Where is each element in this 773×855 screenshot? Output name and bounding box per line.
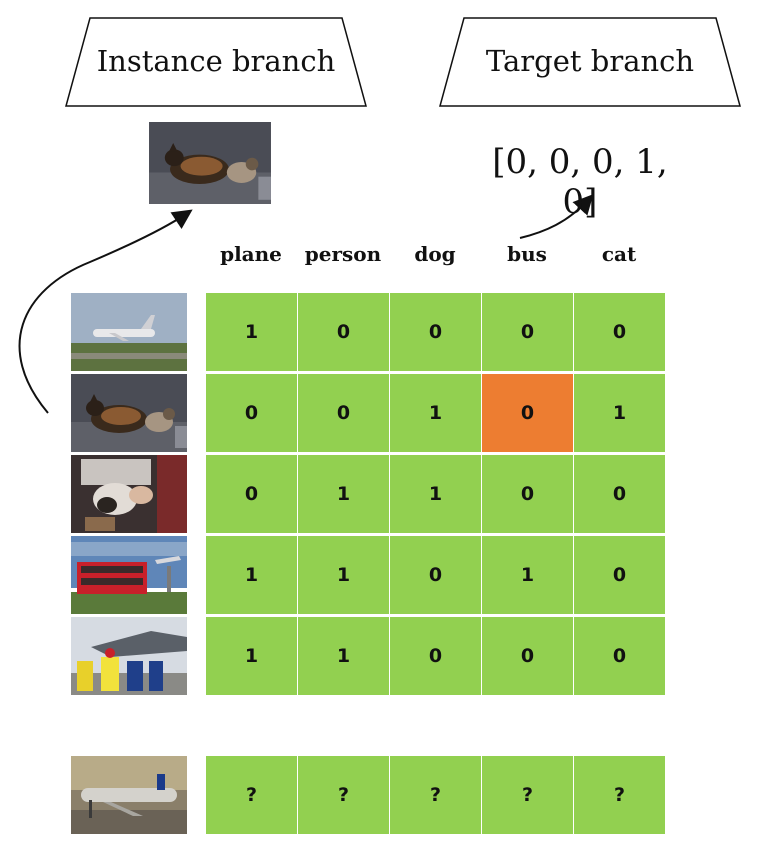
matrix-cell: 1 (390, 374, 481, 452)
query-cell: ? (574, 756, 665, 834)
matrix-cell: 0 (482, 293, 573, 371)
matrix-cell: 0 (206, 455, 297, 533)
matrix-cell: 0 (574, 617, 665, 695)
matrix-cell: 0 (298, 374, 389, 452)
matrix-cell: 0 (390, 293, 481, 371)
row-image-person-with-dog (71, 455, 187, 533)
highlighted-cell: 0 (482, 374, 573, 452)
matrix-cell: 0 (574, 293, 665, 371)
matrix-cell: 0 (574, 536, 665, 614)
query-cell: ? (298, 756, 389, 834)
column-header-cat: cat (601, 242, 637, 266)
matrix-cell: 1 (298, 455, 389, 533)
matrix-cell: 1 (206, 536, 297, 614)
target-vector: [0, 0, 0, 1, 0] (492, 142, 668, 222)
matrix-cell: 0 (206, 374, 297, 452)
row-image-dog-and-cat (71, 374, 187, 452)
matrix-cell: 1 (390, 455, 481, 533)
column-header-bus: bus (507, 242, 547, 266)
row-image-airplane (71, 293, 187, 371)
row-image-people-and-jet (71, 617, 187, 695)
matrix-cell: 1 (206, 293, 297, 371)
matrix-cell: 0 (390, 536, 481, 614)
column-header-person: person (304, 242, 382, 266)
matrix-cell: 1 (298, 536, 389, 614)
column-header-plane: plane (220, 242, 282, 266)
matrix-cell: 1 (298, 617, 389, 695)
matrix-cell: 1 (574, 374, 665, 452)
instance-image (149, 122, 271, 204)
matrix-cell: 0 (482, 617, 573, 695)
matrix-cell: 0 (390, 617, 481, 695)
column-header-dog: dog (414, 242, 456, 266)
instance-branch-label: Instance branch (96, 44, 336, 78)
matrix-cell: 1 (206, 617, 297, 695)
query-cell: ? (482, 756, 573, 834)
query-cell: ? (390, 756, 481, 834)
matrix-cell: 1 (482, 536, 573, 614)
row-image-bus-and-plane (71, 536, 187, 614)
matrix-cell: 0 (482, 455, 573, 533)
target-branch-label: Target branch (485, 44, 695, 78)
matrix-cell: 0 (574, 455, 665, 533)
query-cell: ? (206, 756, 297, 834)
matrix-cell: 0 (298, 293, 389, 371)
query-image-airliner (71, 756, 187, 834)
